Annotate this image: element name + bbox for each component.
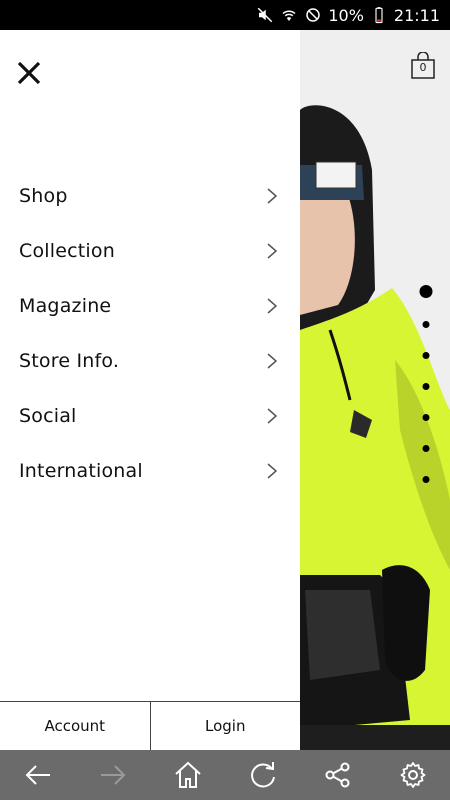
slide-dot-7[interactable] [422, 476, 430, 483]
chevron-right-icon [267, 352, 278, 369]
login-button[interactable]: Login [149, 702, 301, 750]
home-icon [174, 761, 201, 788]
menu-item-label: Magazine [19, 294, 112, 317]
settings-icon [400, 762, 425, 788]
refresh-icon [250, 762, 275, 788]
drawer-menu: Shop Collection Magazine Store Info. Soc… [0, 168, 300, 498]
chevron-right-icon [267, 407, 278, 424]
battery-icon [370, 6, 388, 24]
menu-item-label: International [19, 459, 143, 482]
close-icon [17, 61, 41, 85]
slide-dot-5[interactable] [422, 414, 430, 421]
share-icon [325, 762, 349, 788]
slide-dot-2[interactable] [422, 321, 430, 328]
refresh-button[interactable] [243, 755, 283, 795]
battery-percent: 10% [328, 5, 364, 25]
slide-dot-6[interactable] [422, 445, 430, 452]
menu-item-magazine[interactable]: Magazine [0, 278, 300, 333]
back-button[interactable] [18, 755, 58, 795]
menu-item-collection[interactable]: Collection [0, 223, 300, 278]
menu-item-label: Store Info. [19, 349, 120, 372]
menu-item-label: Shop [19, 184, 68, 207]
menu-item-international[interactable]: International [0, 443, 300, 498]
browser-toolbar [0, 750, 450, 800]
settings-button[interactable] [393, 755, 433, 795]
side-drawer: Shop Collection Magazine Store Info. Soc… [0, 30, 300, 750]
share-button[interactable] [318, 755, 358, 795]
do-not-disturb-icon [304, 6, 322, 24]
menu-item-shop[interactable]: Shop [0, 168, 300, 223]
model-illustration [300, 105, 450, 750]
forward-button[interactable] [93, 755, 133, 795]
chevron-right-icon [267, 242, 278, 259]
drawer-footer: Account Login [0, 701, 300, 750]
cart-button[interactable]: 0 [410, 52, 436, 80]
back-icon [25, 765, 50, 785]
close-button[interactable] [14, 58, 44, 88]
hero-image[interactable]: 0 [300, 30, 450, 750]
chevron-right-icon [267, 462, 278, 479]
menu-item-label: Social [19, 404, 77, 427]
mute-icon [256, 6, 274, 24]
chevron-right-icon [267, 297, 278, 314]
clock: 21:11 [393, 5, 440, 25]
slide-dot-3[interactable] [422, 352, 430, 359]
slide-dot-1[interactable] [419, 285, 433, 298]
slide-dot-4[interactable] [422, 383, 430, 390]
chevron-right-icon [267, 187, 278, 204]
account-button[interactable]: Account [0, 702, 150, 750]
wifi-icon [280, 6, 298, 24]
cart-count: 0 [419, 61, 427, 74]
menu-item-social[interactable]: Social [0, 388, 300, 443]
menu-item-label: Collection [19, 239, 115, 262]
home-button[interactable] [168, 755, 208, 795]
forward-icon [100, 765, 125, 785]
status-bar: 10% 21:11 [0, 0, 450, 30]
menu-item-store-info[interactable]: Store Info. [0, 333, 300, 388]
